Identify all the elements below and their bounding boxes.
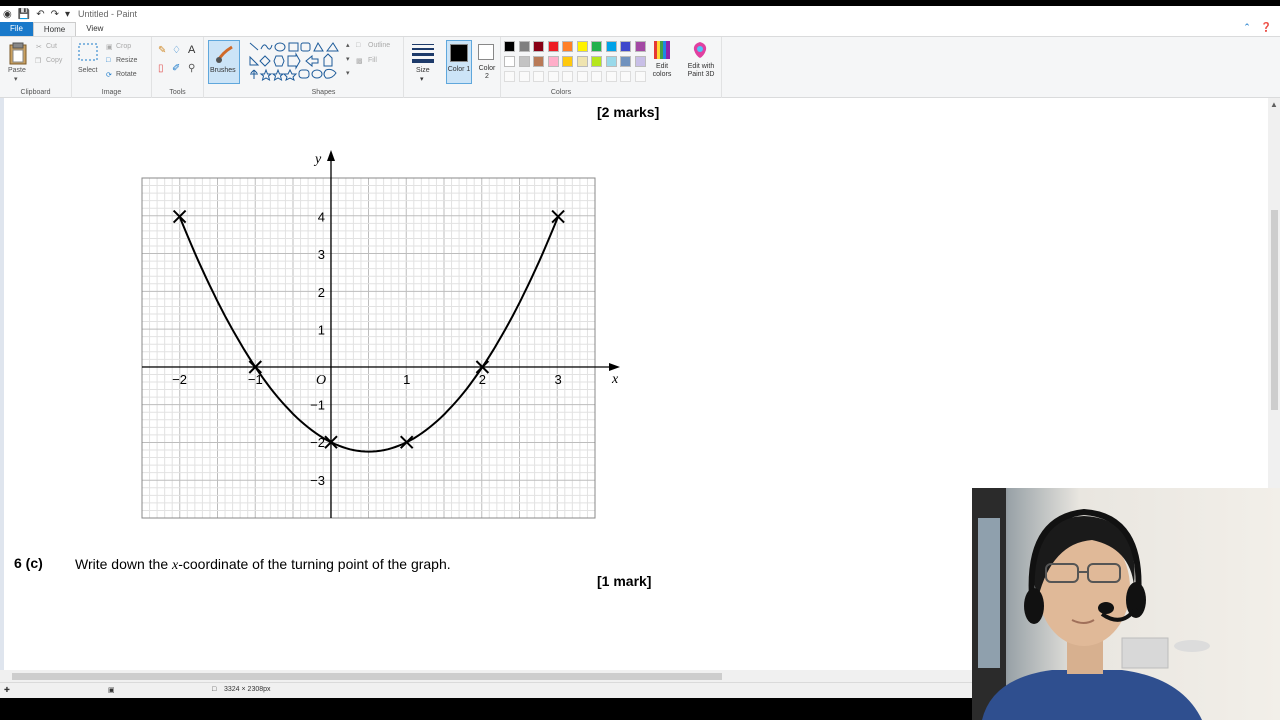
origin-label: O [316, 373, 326, 388]
selection-size-icon: ▣ [108, 687, 115, 694]
y-tick-label: −3 [310, 473, 325, 488]
x-axis-arrow [609, 363, 620, 371]
canvas-size-value: 3324 × 2308px [224, 686, 271, 693]
paint-window: ◉ 💾 ↶ ↷ ▾ Untitled - Paint File Home Vie… [0, 0, 1280, 720]
question-number: 6 (c) [14, 555, 43, 571]
x-axis-label: x [611, 372, 619, 387]
vertical-scroll-thumb[interactable] [1271, 210, 1278, 410]
question-text-post: -coordinate of the turning point of the … [178, 556, 451, 572]
y-tick-label: 1 [318, 322, 325, 337]
question-text-pre: Write down the [75, 556, 173, 572]
graph-grid [141, 177, 596, 519]
x-tick-label: −2 [172, 372, 187, 387]
question-text: Write down the x-coordinate of the turni… [75, 556, 451, 574]
canvas-size-icon: □ [212, 686, 217, 693]
point-cross [551, 209, 565, 224]
y-axis-arrow [327, 150, 335, 161]
cursor-position-icon: ✚ [4, 687, 10, 694]
y-tick-label: 3 [318, 247, 325, 262]
y-axis-label: y [313, 152, 322, 167]
webcam-person-image [972, 488, 1280, 720]
marks-label-bottom: [1 mark] [597, 573, 652, 589]
webcam-overlay [972, 488, 1280, 720]
y-tick-label: −1 [310, 398, 325, 413]
graph-tick-labels: −2 −1 1 2 34321−1−2−3 [172, 210, 562, 488]
scroll-up-icon[interactable]: ▲ [1270, 100, 1278, 109]
x-tick-label: 2 [479, 372, 486, 387]
y-tick-label: 2 [318, 285, 325, 300]
y-tick-label: 4 [318, 210, 325, 225]
horizontal-scroll-thumb[interactable] [12, 673, 722, 680]
x-tick-label: 1 [403, 372, 410, 387]
graph-axes [142, 150, 620, 518]
x-tick-label: 3 [554, 372, 561, 387]
